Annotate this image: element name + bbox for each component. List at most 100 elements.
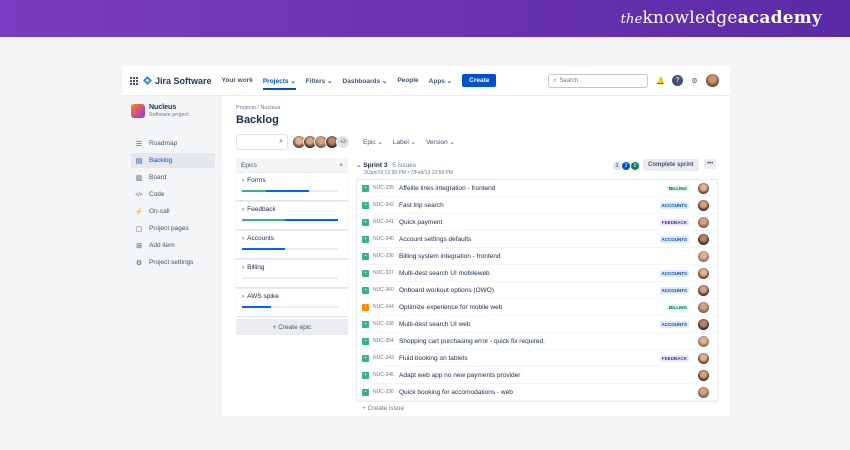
story-icon: ▪ [362,252,369,260]
issue-row[interactable]: ▪ NUC-360 Onboard workout options (OWO) ACC… [357,282,717,299]
issue-row[interactable]: ▪ NUC-342 Fast trip search ACCOUNTS [357,197,717,214]
sidebar-item-project-settings[interactable]: ⚙ Project settings [131,255,217,270]
assignee-avatar[interactable] [698,199,709,211]
chevron-right-icon[interactable]: › [242,235,244,242]
close-icon[interactable]: × [339,162,343,169]
sidebar-item-code[interactable]: </> Code [131,187,217,202]
sidebar-item-add-item[interactable]: ⊞ Add item [131,238,217,253]
chevron-right-icon[interactable]: › [242,264,244,271]
nav-your-work[interactable]: Your work [222,77,253,84]
gear-icon[interactable]: ⚙ [689,75,700,86]
epic-lozenge[interactable]: ACCOUNTS [659,269,689,277]
chevron-down-icon[interactable]: ⌄ [356,162,361,169]
epic-filter[interactable]: Epic ⌄ [363,138,383,146]
issue-key[interactable]: NUC-346 [373,372,399,378]
epic-item[interactable]: › Billing [236,259,348,287]
issue-key[interactable]: NUC-343 [373,355,399,361]
create-button[interactable]: Create [462,74,497,87]
epic-lozenge[interactable]: ACCOUNTS [659,286,689,294]
issue-key[interactable]: NUC-338 [373,321,399,327]
epic-lozenge[interactable]: BILLING [667,303,689,311]
more-actions-button[interactable]: ••• [704,159,717,169]
epic-lozenge[interactable]: ACCOUNTS [659,235,689,243]
assignee-avatar[interactable] [698,250,709,262]
issue-key[interactable]: NUC-337 [373,270,399,276]
nav-projects[interactable]: Projects ⌄ [262,77,296,90]
epic-item[interactable]: › AWS spike [236,288,348,316]
issue-row[interactable]: ▪ NUC-343 Fluid booking on tablets FEEDBACK [357,350,717,367]
nav-apps[interactable]: Apps ⌄ [429,77,453,85]
epic-lozenge[interactable]: ACCOUNTS [659,201,689,209]
help-icon[interactable]: ? [672,75,683,86]
assignee-avatar[interactable] [698,216,709,228]
sidebar-item-roadmap[interactable]: ☰ Roadmap [131,136,217,151]
issue-key[interactable]: NUC-335 [373,185,399,191]
issue-row[interactable]: ▪ NUC-340 Account settings defaults ACCOUNT… [357,231,717,248]
nav-dashboards[interactable]: Dashboards ⌄ [343,77,388,85]
issue-key[interactable]: NUC-354 [373,338,399,344]
sidebar-item-project-pages[interactable]: ▢ Project pages [131,221,217,236]
sidebar-item-on-call[interactable]: ⚡ On-call [131,204,217,219]
issue-key[interactable]: NUC-341 [373,219,399,225]
issue-row[interactable]: ▪ NUC-335 Affelite links integration - fro… [357,180,717,197]
issue-key[interactable]: NUC-344 [373,304,399,310]
chevron-right-icon[interactable]: › [242,177,244,184]
user-avatar[interactable] [706,74,719,87]
issue-key[interactable]: NUC-336 [373,389,399,395]
sidebar-item-board[interactable]: ▥ Board [131,170,217,185]
complete-sprint-button[interactable]: Complete sprint [643,159,699,171]
assignee-avatar[interactable] [698,233,709,245]
backlog-search-input[interactable]: ⌕ [236,134,288,150]
issue-row[interactable]: ▪ NUC-338 Multi-dest search UI web ACCOUNTS [357,316,717,333]
epic-item[interactable]: › Forms [236,172,348,200]
assignee-avatar[interactable] [698,369,709,381]
nav-filters[interactable]: Filters ⌄ [306,77,333,85]
assignee-avatar[interactable] [698,182,709,194]
assignee-avatar[interactable] [698,267,709,279]
chevron-right-icon[interactable]: › [242,293,244,300]
assignee-avatar[interactable] [698,352,709,364]
notifications-icon[interactable]: 🔔 [655,75,666,86]
label-filter[interactable]: Label ⌄ [393,138,416,146]
assignee-avatar[interactable] [698,318,709,330]
epic-lozenge[interactable]: FEEDBACK [659,354,689,362]
issue-row[interactable]: ▪ NUC-336 Quick booking for accomodations … [357,384,717,401]
breadcrumb[interactable]: Projects / Nucleus [236,105,280,111]
epic-lozenge[interactable]: ACCOUNTS [659,320,689,328]
assignee-avatar[interactable] [698,301,709,313]
issue-key[interactable]: NUC-340 [373,236,399,242]
epic-lozenge[interactable]: FEEDBACK [659,218,689,226]
issue-key[interactable]: NUC-360 [373,287,399,293]
issue-row[interactable]: ▪ NUC-346 Adapt web app no new payments pr… [357,367,717,384]
issue-row[interactable]: ▪ NUC-337 Multi-dest search UI mobileweb AC… [357,265,717,282]
epic-item[interactable]: › Feedback [236,201,348,229]
issue-row[interactable]: ! NUC-344 Optimize experience for mobile w… [357,299,717,316]
epic-item[interactable]: › Accounts [236,230,348,258]
issue-row[interactable]: ▪ NUC-341 Quick payment FEEDBACK [357,214,717,231]
issue-row[interactable]: ▪ NUC-354 Shopping cart purchasing error -… [357,333,717,350]
create-epic-button[interactable]: + Create epic [236,319,348,335]
issue-title: Onboard workout options (OWO) [399,286,495,294]
more-avatars[interactable]: +3 [336,135,350,149]
sprint-header[interactable]: ⌄ Sprint 3 5 issues [356,161,416,169]
chevron-right-icon[interactable]: › [242,206,244,213]
epic-lozenge[interactable]: BILLING [667,184,689,192]
add-item-icon: ⊞ [136,242,142,250]
assignee-avatar[interactable] [698,335,709,347]
issue-key[interactable]: NUC-336 [373,253,399,259]
epic-progress-bar [242,219,338,221]
assignee-avatar[interactable] [698,284,709,296]
issue-title: Affelite links integration - frontend [399,184,496,192]
project-header[interactable]: Nucleus Software project [131,104,189,118]
assignee-avatar[interactable] [698,386,709,398]
version-filter[interactable]: Version ⌄ [426,138,455,146]
search-input[interactable]: ⌕ Search [548,74,648,88]
nav-people[interactable]: People [397,77,418,84]
app-switcher-icon[interactable] [130,76,138,85]
issue-key[interactable]: NUC-342 [373,202,399,208]
sidebar-item-backlog[interactable]: ▤ Backlog [131,153,215,168]
issue-row[interactable]: ▪ NUC-336 Billing system integration - fro… [357,248,717,265]
filter-bar: Epic ⌄ Label ⌄ Version ⌄ [363,138,455,146]
product-name[interactable]: Jira Software [155,76,212,86]
create-issue-button[interactable]: + Create issue [362,405,404,412]
